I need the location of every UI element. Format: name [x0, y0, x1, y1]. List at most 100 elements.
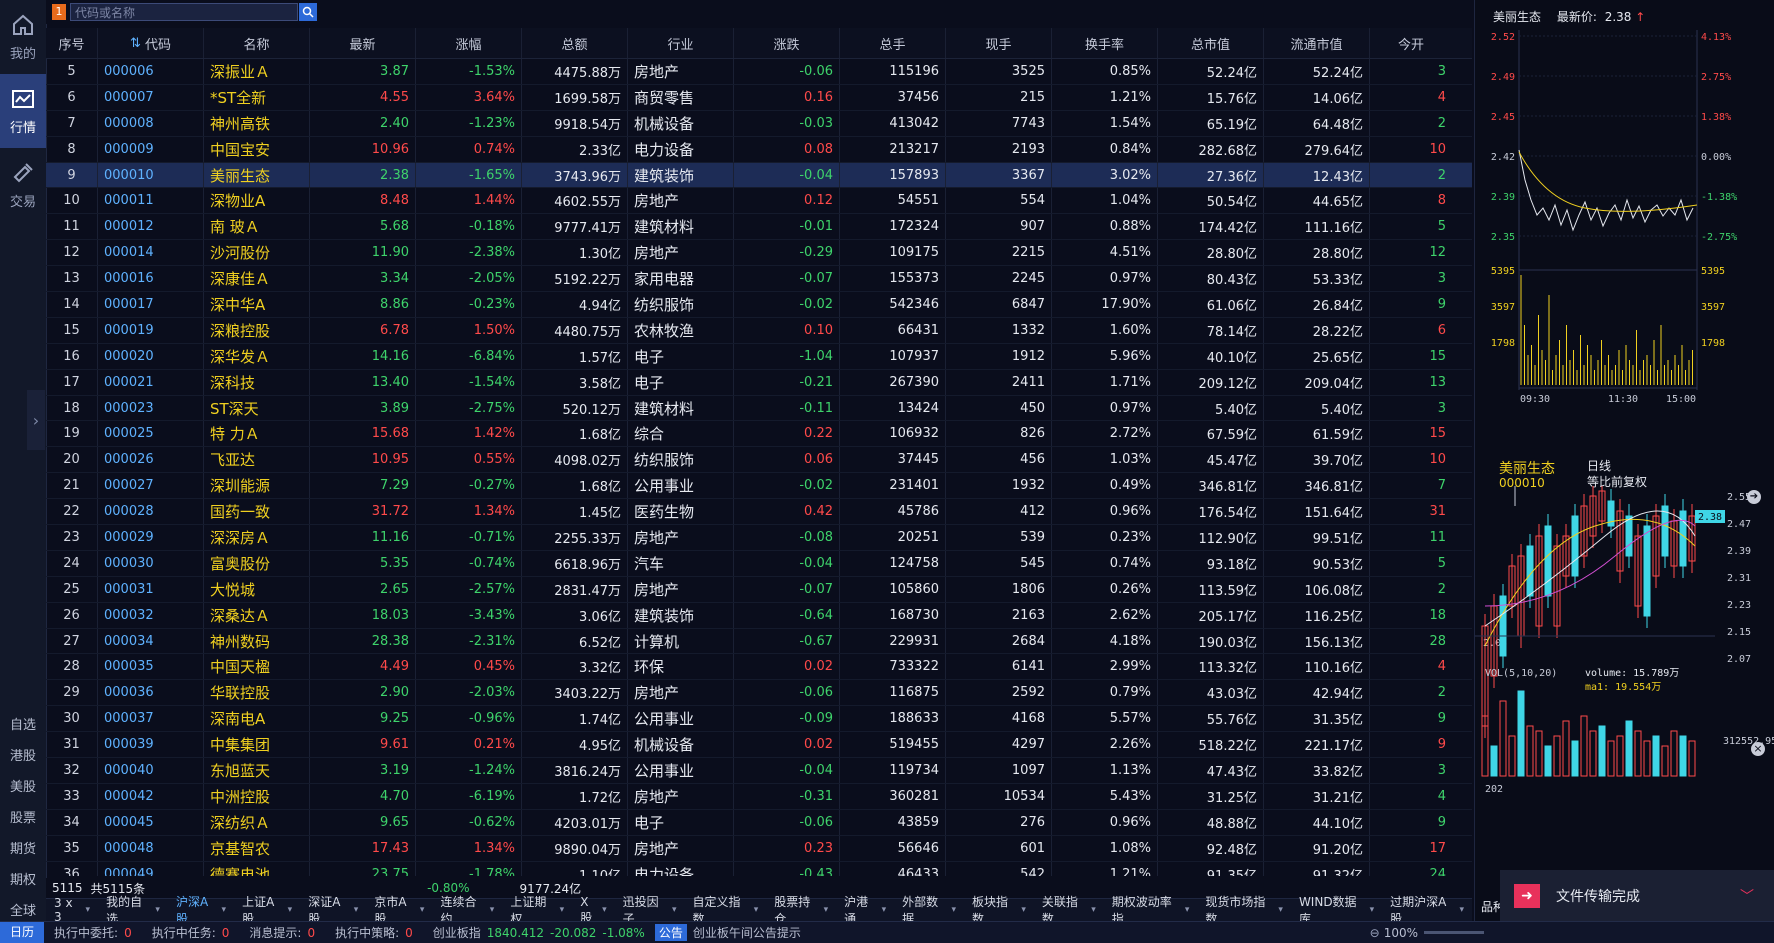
sheet-tab[interactable]: 上证期权 ▾	[502, 895, 572, 926]
calendar-button[interactable]: 日历	[0, 922, 45, 943]
header-fcap[interactable]: 流通市值	[1264, 28, 1370, 58]
kline-price-tick: 2.31	[1727, 573, 1751, 584]
search-button[interactable]	[299, 3, 317, 21]
table-row[interactable]: 30 000037 深南电A 9.25 -0.96% 1.74亿 公用事业 -0.09 1886…	[46, 706, 1472, 733]
row-no: 32	[46, 758, 98, 783]
table-row[interactable]: 29 000036 华联控股 2.90 -2.03% 3403.22万 房地产 -0.06 11…	[46, 680, 1472, 707]
table-row[interactable]: 10 000011 深物业A 8.48 1.44% 4602.55万 房地产 0.12 5455…	[46, 188, 1472, 215]
file-transfer-toast[interactable]: ➜ 文件传输完成 ﹀	[1500, 870, 1774, 921]
row-last: 2.38	[310, 162, 416, 188]
task-status[interactable]: 执行中任务: 0	[142, 924, 240, 941]
strategy-status[interactable]: 执行中策略: 0	[325, 924, 423, 941]
table-row[interactable]: 8 000009 中国宝安 10.96 0.74% 2.33亿 电力设备 0.08 213217…	[46, 136, 1472, 163]
table-row[interactable]: 25 000031 大悦城 2.65 -2.57% 2831.47万 房地产 -0.07 105…	[46, 576, 1472, 603]
sheet-tab[interactable]: 深证A股 ▾	[300, 895, 366, 926]
header-mcap[interactable]: 总市值	[1158, 28, 1264, 58]
sheet-tab[interactable]: 期权波动率指 ▾	[1104, 895, 1198, 926]
row-amount: 2.33亿	[522, 136, 628, 162]
nav-trade[interactable]: 交易	[0, 148, 46, 222]
market-us[interactable]: 美股	[0, 770, 46, 801]
table-row[interactable]: 14 000017 深中华A 8.86 -0.23% 4.94亿 纺织服饰 -0.02 5423…	[46, 292, 1472, 318]
row-code: 000010	[98, 162, 204, 188]
sheet-tab[interactable]: 上证A股 ▾	[234, 895, 300, 926]
table-row[interactable]: 12 000014 沙河股份 11.90 -2.38% 1.30亿 房地产 -0.29 1091…	[46, 240, 1472, 267]
sheet-tab[interactable]: 现货市场指数 ▾	[1197, 895, 1291, 926]
sheet-tab[interactable]: 连续合约 ▾	[432, 895, 502, 926]
table-row[interactable]: 6 000007 *ST全新 4.55 3.64% 1699.58万 商贸零售 0.16 374…	[46, 84, 1472, 111]
sheet-tab[interactable]: 板块指数 ▾	[964, 895, 1034, 926]
sheet-tab[interactable]: X股 ▾	[572, 895, 614, 925]
table-row[interactable]: 28 000035 中国天楹 4.49 0.45% 3.32亿 环保 0.02 733322 61…	[46, 654, 1472, 681]
header-last[interactable]: 最新	[310, 28, 416, 58]
notice-text[interactable]: 创业板午间公告提示	[693, 924, 801, 941]
delegate-status[interactable]: 执行中委托: 0	[44, 924, 142, 941]
sheet-tab[interactable]: 过期沪深A股 ▾	[1382, 895, 1472, 926]
table-row[interactable]: 26 000032 深桑达Ａ 18.03 -3.43% 3.06亿 建筑装饰 -0.64 168…	[46, 602, 1472, 629]
table-row[interactable]: 23 000029 深深房Ａ 11.16 -0.71% 2255.33万 房地产 -0.08 2…	[46, 525, 1472, 551]
table-row[interactable]: 27 000034 神州数码 28.38 -2.31% 6.52亿 计算机 -0.67 2299…	[46, 628, 1472, 655]
table-row[interactable]: 33 000042 中洲控股 4.70 -6.19% 1.72亿 房地产 -0.31 36028…	[46, 783, 1472, 810]
table-row[interactable]: 16 000020 深华发Ａ 14.16 -6.84% 1.57亿 电子 -1.04 10793…	[46, 343, 1472, 370]
nav-mine[interactable]: 我的	[0, 0, 46, 74]
row-amount: 4602.55万	[522, 188, 628, 214]
header-cur[interactable]: 现手	[946, 28, 1052, 58]
sheet-tab[interactable]: 沪深A股 ▾	[168, 895, 234, 926]
table-row[interactable]: 9 000010 美丽生态 2.38 -1.65% 3743.96万 建筑装饰 -0.04 15…	[46, 162, 1472, 189]
market-favorites[interactable]: 自选	[0, 708, 46, 739]
table-row[interactable]: 15 000019 深粮控股 6.78 1.50% 4480.75万 农林牧渔 0.10 664…	[46, 317, 1472, 344]
chevron-down-icon[interactable]: ﹀	[1740, 886, 1754, 906]
market-futures[interactable]: 期货	[0, 832, 46, 863]
table-row[interactable]: 19 000025 特 力Ａ 15.68 1.42% 1.68亿 综合 0.22 106932 8…	[46, 421, 1472, 448]
table-row[interactable]: 7 000008 神州高铁 2.40 -1.23% 9918.54万 机械设备 -0.03 41…	[46, 110, 1472, 137]
header-open[interactable]: 今开	[1370, 28, 1452, 58]
sheet-tab[interactable]: 迅投因子 ▾	[615, 895, 685, 926]
delegate-count: 0	[124, 925, 132, 940]
sheet-tab[interactable]: 关联指数 ▾	[1034, 895, 1104, 926]
table-row[interactable]: 20 000026 飞亚达 10.95 0.55% 4098.02万 纺织服饰 0.06 374…	[46, 447, 1472, 474]
table-row[interactable]: 36000049德赛电池23.75-1.78%1.10亿电力设备-0.43464…	[46, 861, 1472, 876]
sheet-tab[interactable]: WIND数据库 ▾	[1291, 895, 1382, 926]
sidebar-toggle-icon[interactable]: ›	[27, 390, 45, 450]
table-row[interactable]: 17 000021 深科技 13.40 -1.54% 3.58亿 电子 -0.21 267390…	[46, 369, 1472, 396]
header-amount[interactable]: 总额	[522, 28, 628, 58]
header-name[interactable]: 名称	[204, 28, 310, 58]
table-row[interactable]: 35 000048 京基智农 17.43 1.34% 9890.04万 房地产 0.23 566…	[46, 835, 1472, 862]
header-no[interactable]: 序号	[46, 28, 98, 58]
table-row[interactable]: 5 000006 深振业Ａ 3.87 -1.53% 4475.88万 房地产 -0.06 115…	[46, 59, 1472, 85]
sheet-tab[interactable]: 沪港通 ▾	[836, 895, 894, 926]
sheet-tab[interactable]: 我的自选 ▾	[98, 895, 168, 926]
zoom-slider[interactable]	[1424, 931, 1484, 934]
table-row[interactable]: 11 000012 南 玻Ａ 5.68 -0.18% 9777.41万 建筑材料 -0.01 1…	[46, 214, 1472, 241]
table-row[interactable]: 21 000027 深圳能源 7.29 -0.27% 1.68亿 公用事业 -0.02 2314…	[46, 473, 1472, 500]
row-last: 31.72	[310, 499, 416, 525]
board-index[interactable]: 创业板指 1840.412 -20.082 -1.08%	[423, 924, 655, 941]
table-row[interactable]: 34 000045 深纺织Ａ 9.65 -0.62% 4203.01万 电子 -0.06 438…	[46, 809, 1472, 836]
header-turn[interactable]: 换手率	[1052, 28, 1158, 58]
message-status[interactable]: 消息提示: 0	[239, 924, 325, 941]
market-options[interactable]: 期权	[0, 863, 46, 894]
nav-market[interactable]: 行情	[0, 74, 46, 148]
table-row[interactable]: 18 000023 ST深天 3.89 -2.75% 520.12万 建筑材料 -0.11 13…	[46, 395, 1472, 422]
row-code: 000008	[98, 110, 204, 136]
table-row[interactable]: 13 000016 深康佳Ａ 3.34 -2.05% 5192.22万 家用电器 -0.07 1…	[46, 266, 1472, 293]
header-vol[interactable]: 总手	[840, 28, 946, 58]
kline-expand-icon[interactable]: ➔	[1747, 490, 1761, 504]
table-row[interactable]: 24 000030 富奥股份 5.35 -0.74% 6618.96万 汽车 -0.04 124…	[46, 550, 1472, 577]
table-row[interactable]: 31 000039 中集集团 9.61 0.21% 4.95亿 机械设备 0.02 519455…	[46, 732, 1472, 759]
header-code[interactable]: ⇅ 代码	[98, 28, 204, 58]
table-row[interactable]: 22 000028 国药一致 31.72 1.34% 1.45亿 医药生物 0.42 45786…	[46, 499, 1472, 526]
market-hk[interactable]: 港股	[0, 739, 46, 770]
zoom-control[interactable]: ⊖ 100%	[1370, 926, 1484, 940]
sheet-tab[interactable]: 股票持仓 ▾	[766, 895, 836, 926]
sheet-tab[interactable]: 京市A股 ▾	[366, 895, 432, 926]
market-stock[interactable]: 股票	[0, 801, 46, 832]
header-pct[interactable]: 涨幅	[416, 28, 522, 58]
sheet-tab[interactable]: 外部数据 ▾	[894, 895, 964, 926]
sheet-tab[interactable]: 自定义指数 ▾	[685, 895, 767, 926]
search-input[interactable]: 代码或名称	[70, 3, 298, 21]
table-row[interactable]: 32 000040 东旭蓝天 3.19 -1.24% 3816.24万 公用事业 -0.04 1…	[46, 758, 1472, 784]
header-chg[interactable]: 涨跌	[734, 28, 840, 58]
header-industry[interactable]: 行业	[628, 28, 734, 58]
close-vol-icon[interactable]: ×	[1751, 742, 1765, 756]
sheet-tab[interactable]: 3 x 3 ▾	[46, 896, 98, 924]
